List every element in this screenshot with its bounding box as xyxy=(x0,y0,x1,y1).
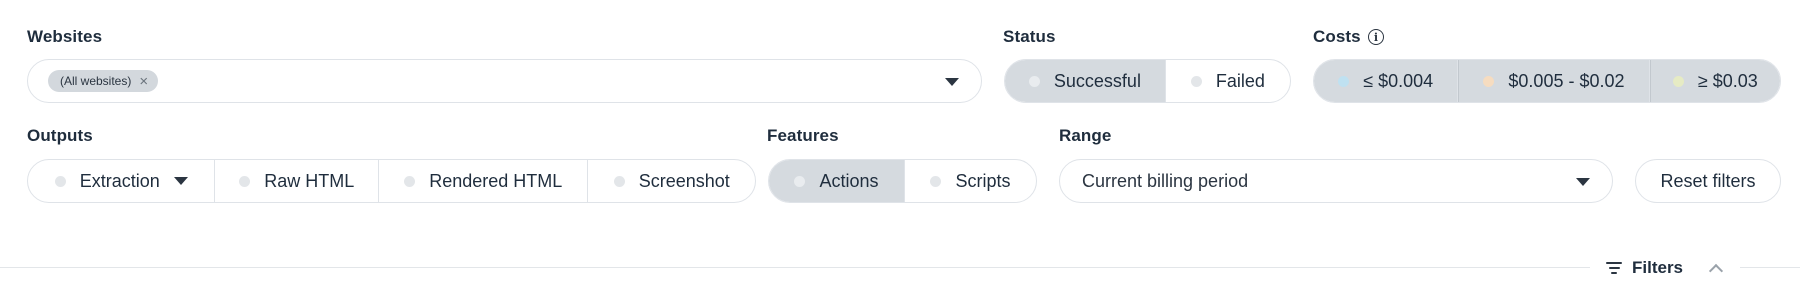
status-label: Status xyxy=(1003,27,1056,46)
caret-down-icon[interactable] xyxy=(945,78,959,86)
range-label: Range xyxy=(1059,126,1112,145)
cost-mid-label: $0.005 - $0.02 xyxy=(1508,70,1625,91)
status-dot-icon xyxy=(1190,75,1202,87)
caret-down-icon[interactable] xyxy=(1576,178,1590,186)
output-dot-icon xyxy=(404,175,416,187)
output-screenshot-label: Screenshot xyxy=(638,170,730,191)
status-successful-option[interactable]: Successful xyxy=(1005,60,1166,102)
filters-label: Filters xyxy=(1632,258,1684,277)
cost-high-label: ≥ $0.03 xyxy=(1697,70,1758,91)
cost-mid-dot-icon xyxy=(1483,75,1495,87)
filters-toggle-button[interactable]: Filters xyxy=(1590,254,1740,282)
info-icon[interactable]: i xyxy=(1368,29,1384,45)
output-raw-html-option[interactable]: Raw HTML xyxy=(215,160,380,202)
status-dot-icon xyxy=(1028,75,1040,87)
cost-low-label: ≤ $0.004 xyxy=(1363,70,1434,91)
outputs-label: Outputs xyxy=(27,126,93,145)
features-label: Features xyxy=(767,126,839,145)
websites-select[interactable]: (All websites) × xyxy=(27,59,982,103)
cost-low-dot-icon xyxy=(1338,75,1350,87)
cost-high-option[interactable]: ≥ $0.03 xyxy=(1649,60,1780,102)
feature-scripts-label: Scripts xyxy=(955,170,1011,191)
website-chip-label: (All websites) xyxy=(60,74,132,88)
status-failed-label: Failed xyxy=(1215,70,1265,91)
costs-label: Costs xyxy=(1313,27,1361,46)
feature-actions-option[interactable]: Actions xyxy=(769,160,905,202)
range-value: Current billing period xyxy=(1082,170,1249,191)
status-failed-option[interactable]: Failed xyxy=(1166,60,1290,102)
output-dot-icon xyxy=(613,175,625,187)
caret-down-icon[interactable] xyxy=(173,177,188,185)
cost-low-option[interactable]: ≤ $0.004 xyxy=(1314,60,1459,102)
output-extraction-option[interactable]: Extraction xyxy=(28,160,216,202)
feature-actions-label: Actions xyxy=(819,170,879,191)
divider xyxy=(0,267,1800,268)
range-select[interactable]: Current billing period xyxy=(1059,159,1613,203)
filter-icon xyxy=(1606,262,1622,274)
output-dot-icon xyxy=(239,175,251,187)
website-chip: (All websites) × xyxy=(48,70,159,92)
status-successful-label: Successful xyxy=(1053,70,1141,91)
chevron-up-icon[interactable] xyxy=(1708,263,1724,279)
cost-mid-option[interactable]: $0.005 - $0.02 xyxy=(1458,60,1650,102)
costs-toggle-group: ≤ $0.004 $0.005 - $0.02 ≥ $0.03 xyxy=(1313,59,1781,103)
output-screenshot-option[interactable]: Screenshot xyxy=(588,160,755,202)
output-dot-icon xyxy=(54,175,66,187)
outputs-toggle-group: Extraction Raw HTML Rendered HTML Screen… xyxy=(27,159,756,203)
cost-high-dot-icon xyxy=(1672,75,1684,87)
reset-filters-button[interactable]: Reset filters xyxy=(1635,159,1781,203)
output-rendered-html-option[interactable]: Rendered HTML xyxy=(379,160,589,202)
output-rendered-html-label: Rendered HTML xyxy=(429,170,563,191)
output-extraction-label: Extraction xyxy=(79,170,160,191)
output-raw-html-label: Raw HTML xyxy=(264,170,355,191)
feature-dot-icon xyxy=(930,175,942,187)
websites-label: Websites xyxy=(27,27,103,46)
close-icon[interactable]: × xyxy=(139,74,148,89)
features-toggle-group: Actions Scripts xyxy=(768,159,1037,203)
feature-dot-icon xyxy=(794,175,806,187)
feature-scripts-option[interactable]: Scripts xyxy=(905,160,1036,202)
status-toggle-group: Successful Failed xyxy=(1004,59,1291,103)
